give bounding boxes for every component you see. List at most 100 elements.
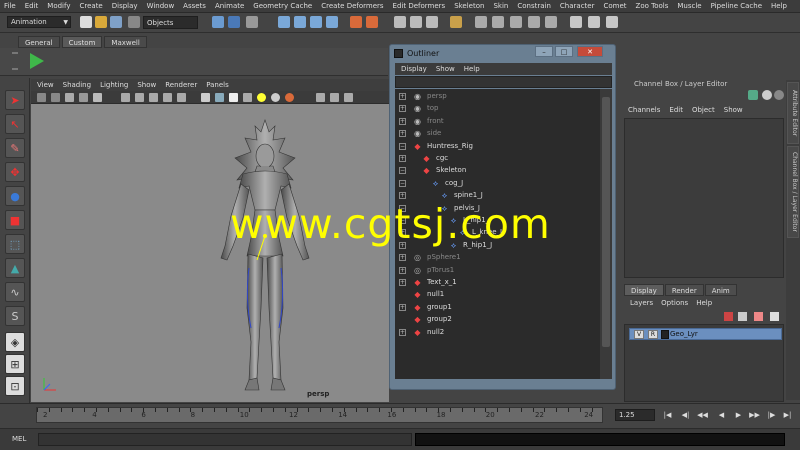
channel-box-body[interactable]: [624, 118, 784, 278]
play-script-icon[interactable]: [30, 53, 44, 69]
menu-muscle[interactable]: Muscle: [677, 2, 701, 10]
mel-label[interactable]: MEL: [12, 435, 26, 443]
lasso-tool-icon[interactable]: ↖: [5, 114, 25, 134]
layout-persp-icon[interactable]: ◈: [5, 332, 25, 352]
menu-skeleton[interactable]: Skeleton: [454, 2, 484, 10]
safe-action-icon[interactable]: [177, 93, 186, 102]
select-tool-icon[interactable]: ➤: [5, 90, 25, 110]
menu-skin[interactable]: Skin: [493, 2, 508, 10]
outliner-row[interactable]: + ◉ persp: [395, 91, 600, 103]
outliner-row[interactable]: + ◎ pTorus1: [395, 265, 600, 277]
last-tool-icon[interactable]: ▲: [5, 258, 25, 278]
select-mode-icon[interactable]: [212, 16, 224, 28]
menu-display[interactable]: Display: [112, 2, 138, 10]
xray-joints-icon[interactable]: [344, 93, 353, 102]
layout-outliner-icon[interactable]: ⊡: [5, 376, 25, 396]
menu-modify[interactable]: Modify: [47, 2, 70, 10]
new-layer-selected-icon[interactable]: [738, 312, 747, 321]
play-backward-icon[interactable]: ◀: [716, 410, 727, 420]
viewport-menu-renderer[interactable]: Renderer: [165, 81, 197, 89]
expand-toggle-icon[interactable]: +: [399, 117, 406, 125]
snap-point-icon[interactable]: [310, 16, 322, 28]
menu-comet[interactable]: Comet: [603, 2, 626, 10]
camera-attr-icon[interactable]: [51, 93, 60, 102]
toggle-channel-icon[interactable]: [762, 90, 772, 100]
menu-geometry-cache[interactable]: Geometry Cache: [253, 2, 312, 10]
outliner-menu-show[interactable]: Show: [436, 65, 455, 73]
expand-toggle-icon[interactable]: +: [399, 303, 406, 311]
snap-plane-icon[interactable]: [326, 16, 338, 28]
viewport-menu-view[interactable]: View: [37, 81, 54, 89]
menu-edit[interactable]: Edit: [25, 2, 39, 10]
outliner-row[interactable]: + ◆ cgc: [395, 153, 600, 165]
current-time-field[interactable]: 1.25: [615, 409, 655, 421]
outliner-row[interactable]: + ◆ Text_x_1: [395, 277, 600, 289]
outliner-row[interactable]: + ◉ side: [395, 128, 600, 140]
menu-character[interactable]: Character: [560, 2, 595, 10]
open-scene-icon[interactable]: [95, 16, 107, 28]
input-ops-icon[interactable]: [366, 16, 378, 28]
menu-constrain[interactable]: Constrain: [517, 2, 551, 10]
character-model[interactable]: [195, 118, 335, 393]
shelf-tab-maxwell[interactable]: Maxwell: [104, 36, 147, 48]
smooth-shade-icon[interactable]: [215, 93, 224, 102]
outliner-row[interactable]: − ◆ Skeleton: [395, 165, 600, 177]
viewport-menu-shading[interactable]: Shading: [63, 81, 91, 89]
layout-single-icon[interactable]: ∿: [5, 282, 25, 302]
expand-toggle-icon[interactable]: +: [399, 279, 406, 286]
menu-assets[interactable]: Assets: [183, 2, 206, 10]
menu-set-dropdown[interactable]: Animation ▼: [7, 16, 71, 28]
viewport-menu-show[interactable]: Show: [137, 81, 156, 89]
new-layer-icon[interactable]: [724, 312, 733, 321]
outliner-row[interactable]: ◆ group2: [395, 314, 600, 326]
step-back-key-icon[interactable]: ◀◀: [697, 410, 708, 420]
manipulator-icon[interactable]: ⬚: [5, 234, 25, 254]
move-tool-icon[interactable]: ✥: [5, 162, 25, 182]
step-back-icon[interactable]: ◀|: [680, 410, 691, 420]
camera-select-icon[interactable]: [37, 93, 46, 102]
layer-sort-icon[interactable]: [770, 312, 779, 321]
outliner-row[interactable]: + ◉ top: [395, 103, 600, 115]
menu-file[interactable]: File: [4, 2, 16, 10]
outliner-menu-help[interactable]: Help: [464, 65, 480, 73]
menu-pipeline-cache[interactable]: Pipeline Cache: [711, 2, 762, 10]
lights-icon[interactable]: [257, 93, 266, 102]
menu-window[interactable]: Window: [147, 2, 175, 10]
expand-toggle-icon[interactable]: +: [399, 155, 406, 162]
history-icon[interactable]: [350, 16, 362, 28]
outliner-row[interactable]: − ⟡ cog_J: [395, 178, 600, 190]
outliner-row[interactable]: + ◆ group1: [395, 302, 600, 314]
snap-curve-icon[interactable]: [294, 16, 306, 28]
wire-on-shaded-icon[interactable]: [229, 93, 238, 102]
menu-help[interactable]: Help: [771, 2, 787, 10]
layer-reference-toggle[interactable]: R: [648, 330, 658, 339]
go-end-icon[interactable]: ▶|: [782, 410, 793, 420]
rotate-tool-icon[interactable]: ●: [5, 186, 25, 206]
save-scene-icon[interactable]: [110, 16, 122, 28]
shadows-icon[interactable]: [271, 93, 280, 102]
expand-toggle-icon[interactable]: −: [399, 179, 406, 187]
channel-box-icon[interactable]: [748, 90, 758, 100]
xray-icon[interactable]: [330, 93, 339, 102]
layout-four-icon[interactable]: ⊞: [5, 354, 25, 374]
layout-curve-icon[interactable]: S: [5, 306, 25, 326]
layer-tab-render[interactable]: Render: [664, 284, 704, 296]
select-component-icon[interactable]: [228, 16, 240, 28]
hypershade-icon[interactable]: [450, 16, 462, 28]
go-start-icon[interactable]: |◀: [662, 410, 673, 420]
image-plane-icon[interactable]: [79, 93, 88, 102]
play-forward-icon[interactable]: ▶: [733, 410, 744, 420]
step-forward-icon[interactable]: |▶: [766, 410, 777, 420]
expand-toggle-icon[interactable]: +: [399, 328, 406, 336]
texture-icon[interactable]: [243, 93, 252, 102]
render-settings-icon[interactable]: [426, 16, 438, 28]
channel-menu-object[interactable]: Object: [692, 106, 715, 114]
viewport-menu-lighting[interactable]: Lighting: [100, 81, 128, 89]
gate-mask-icon[interactable]: [149, 93, 158, 102]
outliner-row[interactable]: − ◆ Huntress_Rig: [395, 141, 600, 153]
menu-edit-deformers[interactable]: Edit Deformers: [393, 2, 446, 10]
expand-toggle-icon[interactable]: +: [399, 192, 406, 200]
panel-layout-icon[interactable]: [510, 16, 522, 28]
grid-icon[interactable]: [93, 93, 102, 102]
show-channel-box-icon[interactable]: [606, 16, 618, 28]
